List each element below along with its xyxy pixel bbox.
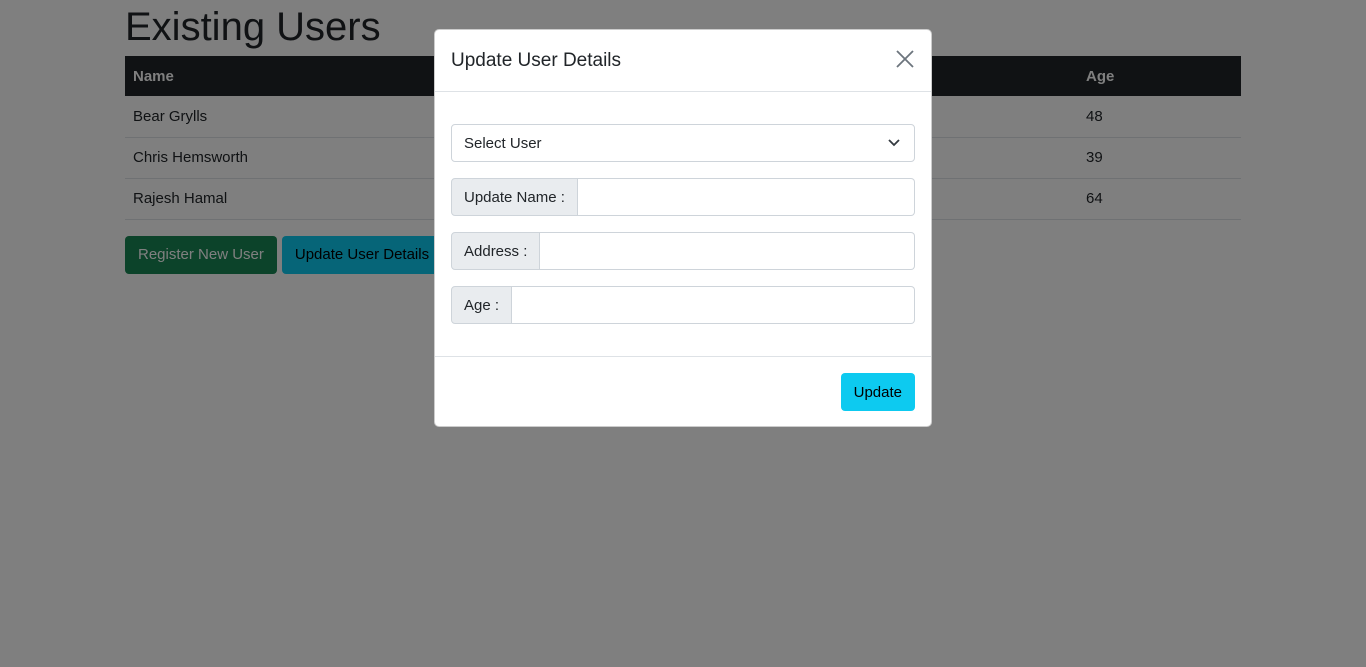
modal-body: Select User Update Name : Address : Age … [435,92,931,356]
age-input[interactable] [512,286,915,324]
age-label: Age : [451,286,513,324]
name-input-group: Update Name : [451,178,915,216]
select-user-value: Select User [464,134,542,152]
address-input[interactable] [540,232,915,270]
close-icon [896,50,914,68]
select-user-dropdown[interactable]: Select User [451,124,915,162]
address-input-group: Address : [451,232,915,270]
close-button[interactable] [893,49,917,73]
modal-header: Update User Details [435,30,931,92]
modal-title: Update User Details [451,49,622,71]
chevron-down-icon [888,139,900,147]
age-input-group: Age : [451,286,915,324]
update-button[interactable]: Update [840,373,915,411]
name-input[interactable] [577,178,915,216]
modal-footer: Update [435,356,931,427]
update-user-modal: Update User Details Select User Update N… [434,29,932,427]
address-label: Address : [451,232,541,270]
name-label: Update Name : [451,178,578,216]
